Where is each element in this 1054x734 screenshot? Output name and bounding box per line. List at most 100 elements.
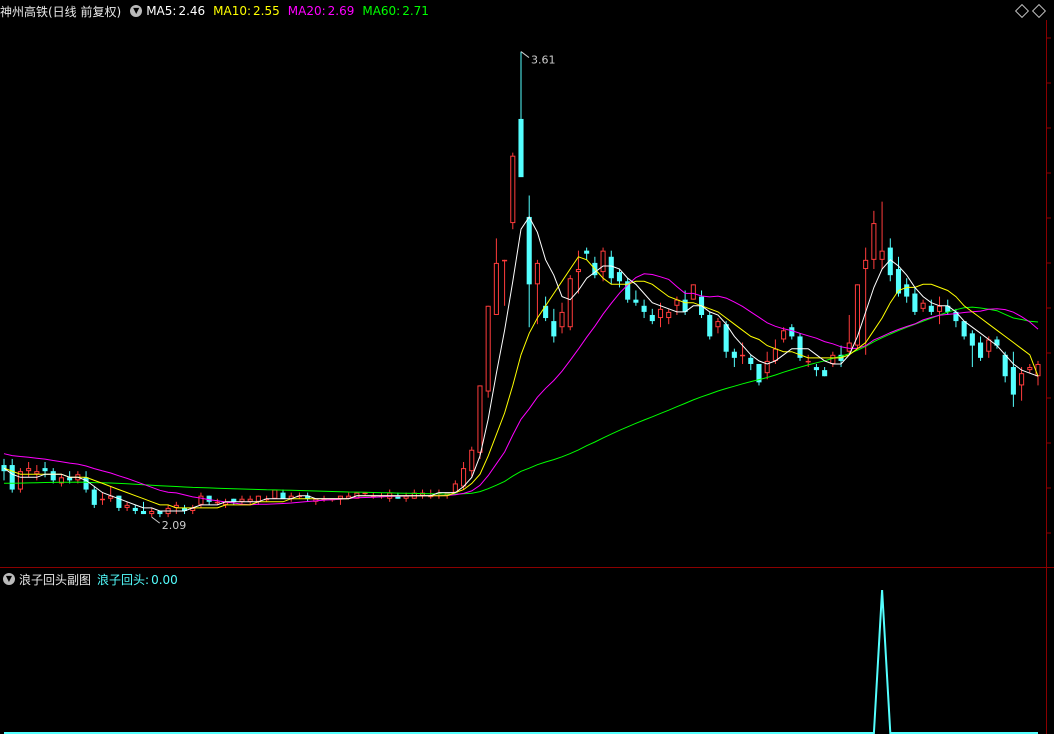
candle (124, 501, 130, 511)
candle-body (485, 305, 491, 392)
candle-body (969, 333, 975, 346)
candle-body (559, 311, 565, 328)
candle-body (936, 305, 943, 312)
annotation-pointer (151, 516, 161, 524)
candle (108, 486, 114, 502)
candle-body (690, 284, 696, 300)
candle-body (42, 468, 48, 472)
candle (551, 308, 557, 343)
candle-body (822, 370, 828, 377)
candle-body (534, 262, 540, 285)
ma10-label: MA10: (213, 4, 252, 18)
candle (1027, 363, 1033, 374)
candle (411, 489, 417, 499)
collapse-icon[interactable]: ▼ (130, 5, 143, 17)
candle-body (978, 342, 984, 358)
candle-body (247, 498, 253, 502)
candle (26, 461, 32, 478)
candle-body (567, 278, 573, 328)
candle-body (124, 504, 130, 508)
candle-body (99, 498, 106, 501)
candle (452, 480, 458, 493)
candle (239, 495, 245, 505)
candle (666, 308, 672, 325)
ma20-value: 2.69 (327, 4, 355, 18)
candle-body (428, 495, 434, 498)
candle-body (805, 360, 811, 363)
candle-body (961, 321, 967, 337)
candlestick-chart[interactable]: 3.61 2.09 (0, 0, 1054, 568)
candle-body (255, 495, 261, 502)
candle (961, 321, 967, 340)
candle (313, 498, 319, 505)
indicator-chart[interactable] (0, 568, 1054, 734)
candle-body (657, 308, 664, 319)
candle (912, 287, 918, 315)
candle (526, 195, 532, 328)
candle-body (50, 471, 56, 481)
candle-body (83, 477, 89, 490)
indicator-pane[interactable]: ▼ 浪子回头副图 浪子回头: 0.00 (0, 568, 1054, 734)
candle (280, 489, 286, 499)
ma5-value: 2.46 (178, 4, 206, 18)
candle (822, 367, 828, 377)
candle (1019, 367, 1025, 401)
indicator-value: 0.00 (151, 572, 178, 587)
candle (936, 296, 943, 325)
candle-body (140, 510, 147, 515)
candle-body (518, 118, 524, 178)
ma5-line (3, 216, 1039, 512)
candle (904, 278, 910, 303)
candle (707, 311, 713, 340)
candle (17, 468, 23, 493)
candle (518, 51, 524, 178)
candle (559, 302, 565, 334)
candle-body (879, 250, 885, 260)
candle-body (986, 339, 992, 352)
candle (272, 489, 278, 499)
candle (879, 201, 885, 270)
ma5-legend: MA5: 2.46 (146, 4, 205, 18)
candle (625, 278, 631, 303)
candle-body (649, 314, 655, 322)
candle-body (584, 250, 590, 254)
candle-body (666, 311, 672, 319)
candle-body (362, 492, 368, 495)
candle-body (206, 495, 212, 502)
indicator-legend: 浪子回头: 0.00 (97, 571, 178, 588)
candle-body (502, 259, 508, 262)
candle (419, 489, 426, 499)
candle (690, 284, 696, 300)
ma20-legend: MA20: 2.69 (288, 4, 355, 18)
candle (830, 351, 836, 368)
candle-body (1010, 367, 1016, 395)
candle (223, 498, 229, 508)
candle-body (616, 272, 623, 282)
main-chart-pane[interactable]: 3.61 2.09 神州高铁(日线 前复权) ▼ MA5: 2.46 MA10: 2.… (0, 0, 1054, 568)
candle (756, 363, 762, 386)
candle-body (731, 351, 737, 358)
indicator-title: 浪子回头副图 (19, 572, 92, 587)
annotation-pointer (520, 51, 530, 58)
candle (190, 504, 196, 515)
candle (247, 495, 253, 505)
candle-body (493, 262, 499, 315)
indicator-label: 浪子回头: (97, 572, 150, 587)
indicator-line (4, 589, 1038, 734)
collapse-icon[interactable]: ▼ (3, 573, 15, 585)
candle-body (928, 305, 934, 312)
candle (871, 210, 877, 270)
candle-body (575, 269, 581, 273)
candle-body (214, 501, 220, 504)
candle-body (280, 492, 286, 499)
candle (91, 486, 97, 508)
candle (649, 308, 655, 325)
candle (813, 363, 819, 377)
candle (288, 492, 294, 502)
candle-body (469, 449, 475, 472)
high-price-label: 3.61 (531, 54, 556, 67)
candle (789, 324, 795, 340)
candle (99, 492, 106, 505)
candle (9, 458, 15, 493)
ma5-label: MA5: (146, 4, 177, 18)
